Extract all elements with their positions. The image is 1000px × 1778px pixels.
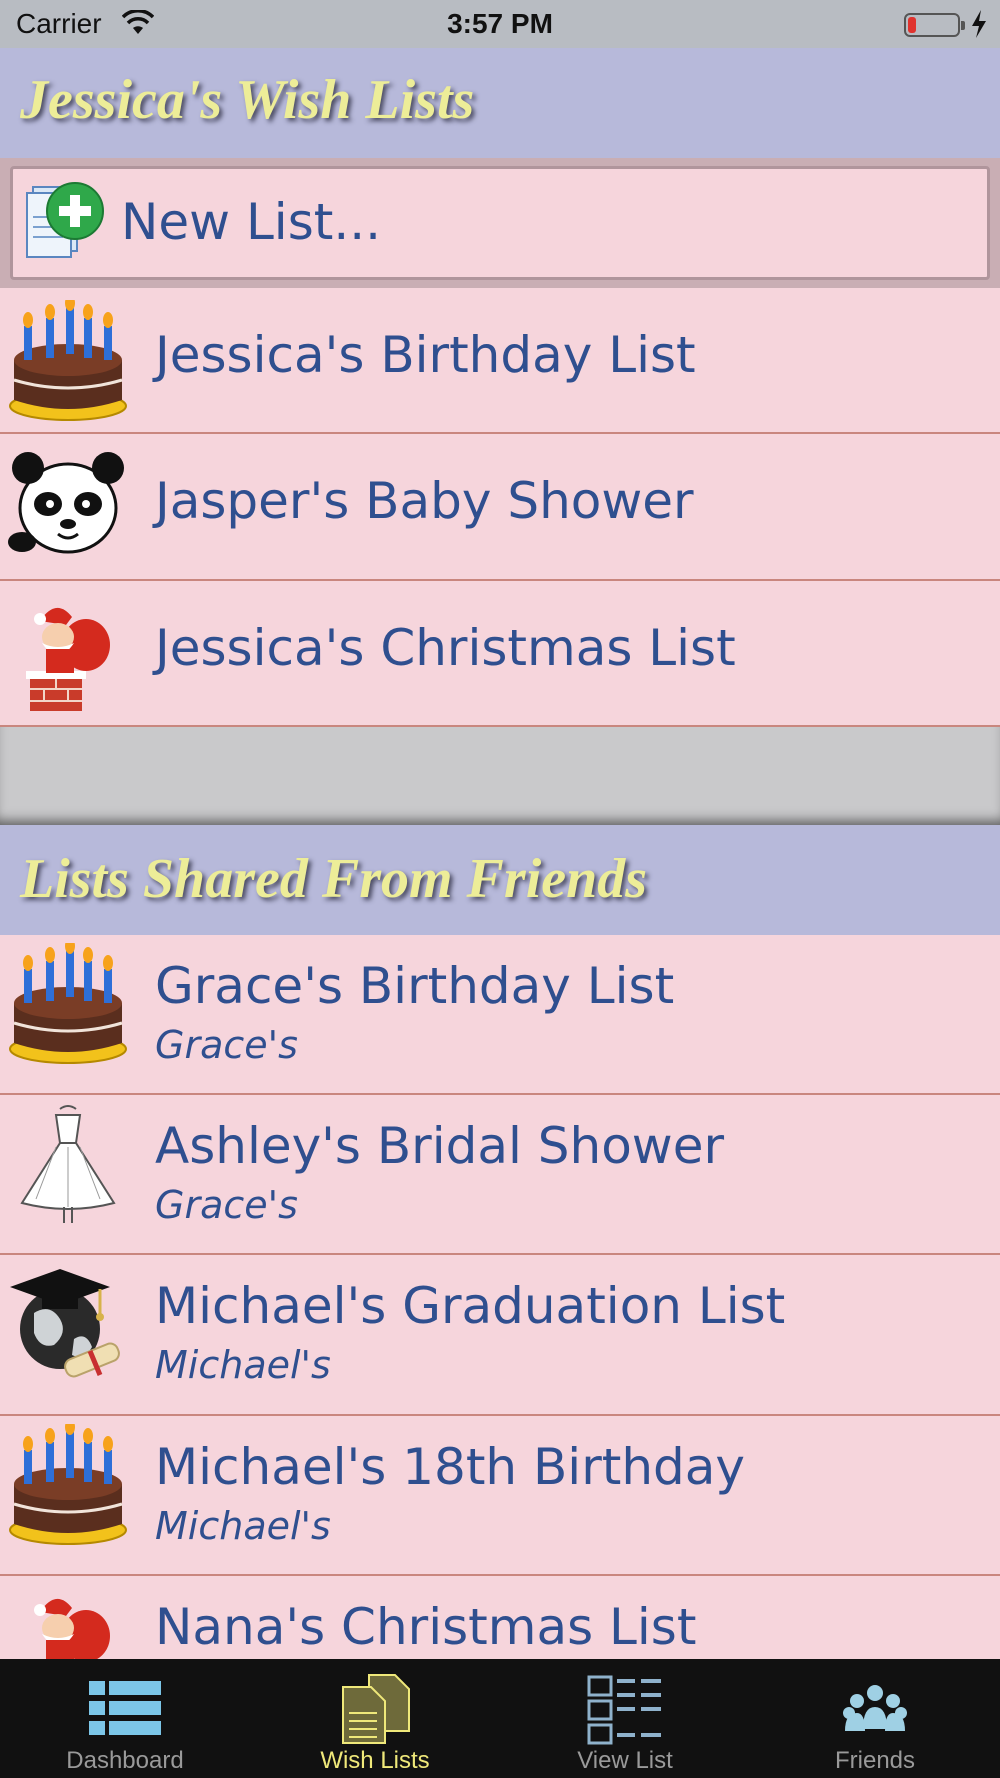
tab-friends[interactable]: Friends (750, 1659, 1000, 1778)
list-item[interactable]: Jessica's Birthday List (0, 288, 1000, 434)
graduation-cap-icon (10, 1269, 120, 1378)
list-owner: Michael's (155, 1504, 331, 1548)
list-item[interactable]: Ashley's Bridal Shower Grace's (0, 1095, 1000, 1255)
charging-bolt-icon (972, 10, 986, 38)
list-item[interactable]: Jessica's Christmas List (0, 581, 1000, 727)
list-title: Michael's Graduation List (155, 1277, 786, 1335)
tab-wish-lists[interactable]: Wish Lists (250, 1659, 500, 1778)
wedding-dress-icon (20, 1105, 116, 1223)
battery-icon (904, 13, 965, 37)
tab-label: Wish Lists (320, 1747, 430, 1774)
new-list-row: New List... (0, 158, 1000, 288)
list-item[interactable]: Jasper's Baby Shower (0, 434, 1000, 581)
panda-icon (8, 452, 124, 554)
section-separator (0, 727, 1000, 825)
list-owner: Grace's (155, 1023, 298, 1067)
tab-bar: Dashboard Wish Lists View List Friends (0, 1659, 1000, 1778)
my-lists-header: Jessica's Wish Lists (0, 48, 1000, 158)
shared-lists-header: Lists Shared From Friends (0, 825, 1000, 935)
wish-lists-icon (342, 1674, 410, 1744)
clock: 3:57 PM (447, 8, 553, 39)
birthday-cake-icon (9, 943, 127, 1064)
list-title: Jessica's Christmas List (155, 619, 736, 677)
status-bar: Carrier 3:57 PM (0, 0, 1000, 48)
view-list-icon (587, 1675, 661, 1745)
birthday-cake-icon (9, 1424, 127, 1545)
list-owner: Grace's (155, 1183, 298, 1227)
new-list-label: New List... (121, 193, 382, 251)
new-document-icon (26, 182, 104, 258)
birthday-cake-icon (9, 300, 127, 421)
list-title: Michael's 18th Birthday (155, 1438, 746, 1496)
list-title: Jessica's Birthday List (155, 326, 696, 384)
tab-label: Dashboard (66, 1747, 184, 1774)
dashboard-icon (89, 1681, 161, 1735)
list-title: Nana's Christmas List (155, 1598, 697, 1656)
list-item[interactable]: Grace's Birthday List Grace's (0, 935, 1000, 1095)
list-title: Ashley's Bridal Shower (155, 1117, 725, 1175)
tab-label: Friends (834, 1747, 916, 1774)
list-owner: Michael's (155, 1343, 331, 1387)
list-title: Grace's Birthday List (155, 957, 675, 1015)
tab-view-list[interactable]: View List (500, 1659, 750, 1778)
list-title: Jasper's Baby Shower (155, 472, 694, 530)
list-item[interactable]: Michael's Graduation List Michael's (0, 1255, 1000, 1416)
new-list-button[interactable]: New List... (10, 166, 990, 280)
santa-icon (26, 607, 110, 711)
list-item[interactable]: Michael's 18th Birthday Michael's (0, 1416, 1000, 1576)
tab-dashboard[interactable]: Dashboard (0, 1659, 250, 1778)
friends-icon (843, 1685, 907, 1731)
tab-label: View List (577, 1747, 673, 1774)
